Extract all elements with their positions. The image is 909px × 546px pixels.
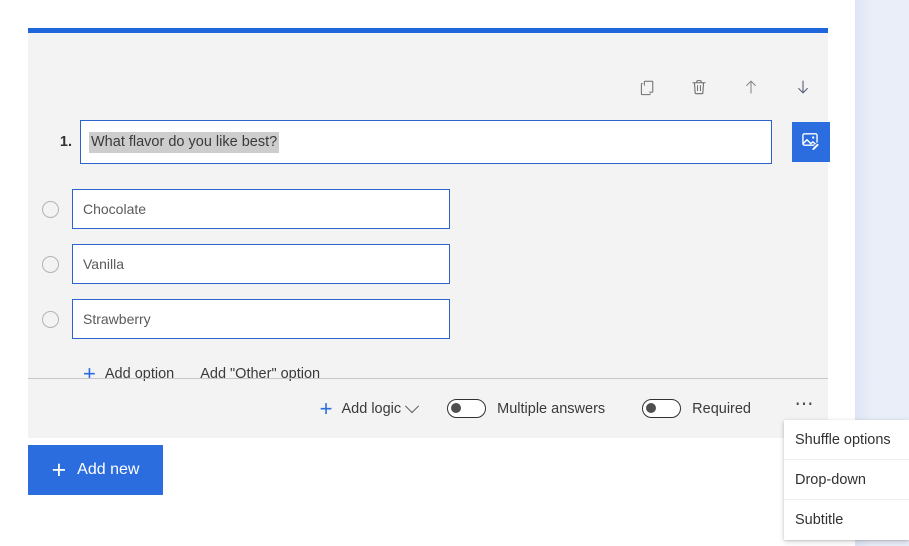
copy-question-button[interactable] bbox=[630, 70, 664, 104]
multiple-answers-label: Multiple answers bbox=[497, 400, 606, 417]
insert-media-button[interactable] bbox=[792, 122, 830, 162]
option-radio-cell bbox=[28, 255, 72, 273]
copy-icon bbox=[639, 79, 656, 96]
option-row: Vanilla bbox=[28, 241, 828, 287]
question-title-text: What flavor do you like best? bbox=[89, 131, 280, 153]
question-title-input[interactable]: What flavor do you like best? bbox=[80, 120, 772, 164]
required-group: Required bbox=[642, 399, 751, 418]
menu-item-drop-down[interactable]: Drop-down bbox=[784, 460, 909, 500]
question-number: 1. bbox=[59, 134, 72, 150]
add-logic-label: Add logic bbox=[341, 400, 402, 417]
insert-media-icon bbox=[800, 130, 822, 155]
radio-icon[interactable] bbox=[41, 255, 59, 273]
question-row: 1. What flavor do you like best? bbox=[28, 120, 828, 164]
plus-icon: + bbox=[319, 395, 333, 421]
radio-icon[interactable] bbox=[41, 310, 59, 328]
multiple-answers-group: Multiple answers bbox=[447, 399, 605, 418]
question-toolbar bbox=[630, 70, 820, 104]
plus-icon: + bbox=[51, 455, 67, 484]
delete-question-button[interactable] bbox=[682, 70, 716, 104]
more-options-menu: Shuffle options Drop-down Subtitle bbox=[784, 420, 909, 540]
card-accent-bar bbox=[28, 28, 828, 33]
add-logic-button[interactable]: + Add logic bbox=[319, 395, 420, 421]
option-input[interactable]: Chocolate bbox=[72, 189, 450, 229]
arrow-up-icon bbox=[742, 78, 760, 96]
multiple-answers-toggle[interactable] bbox=[447, 399, 487, 418]
option-input[interactable]: Vanilla bbox=[72, 244, 450, 284]
menu-item-shuffle-options[interactable]: Shuffle options bbox=[784, 420, 909, 460]
arrow-down-icon bbox=[794, 78, 812, 96]
toggle-knob bbox=[451, 403, 462, 413]
required-toggle[interactable] bbox=[642, 399, 682, 418]
ellipsis-icon: ⋯ bbox=[794, 393, 816, 415]
question-footer-toolbar: + Add logic Multiple answers Required ⋯ bbox=[28, 379, 828, 438]
option-radio-cell bbox=[28, 310, 72, 328]
option-row: Strawberry bbox=[28, 296, 828, 342]
toggle-knob bbox=[646, 403, 657, 413]
required-label: Required bbox=[692, 400, 751, 417]
radio-icon[interactable] bbox=[41, 200, 59, 218]
add-new-label: Add new bbox=[77, 461, 140, 478]
chevron-down-icon bbox=[405, 398, 420, 413]
option-radio-cell bbox=[28, 200, 72, 218]
option-row: Chocolate bbox=[28, 186, 828, 232]
move-question-down-button[interactable] bbox=[786, 70, 820, 104]
trash-icon bbox=[690, 78, 708, 96]
add-new-question-button[interactable]: + Add new bbox=[28, 445, 163, 495]
menu-item-subtitle[interactable]: Subtitle bbox=[784, 500, 909, 540]
move-question-up-button[interactable] bbox=[734, 70, 768, 104]
option-input[interactable]: Strawberry bbox=[72, 299, 450, 339]
options-list: Chocolate Vanilla Strawberry bbox=[28, 186, 828, 351]
question-card: 1. What flavor do you like best? Chocola… bbox=[28, 28, 830, 438]
